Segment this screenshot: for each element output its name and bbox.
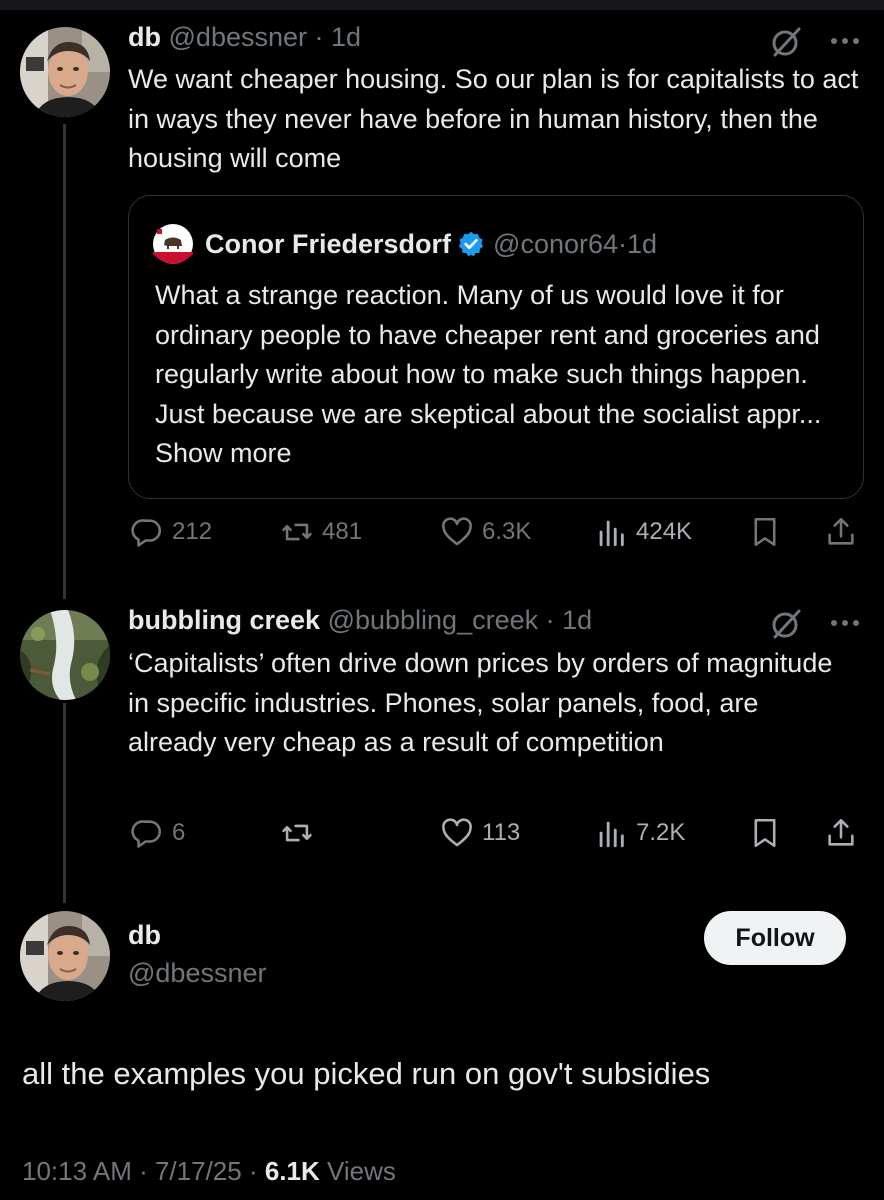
bookmark-icon xyxy=(754,517,776,547)
quote-author-handle[interactable]: @conor64 xyxy=(493,229,618,260)
tweet-text: ‘Capitalists’ often drive down prices by… xyxy=(128,648,833,757)
show-more-link[interactable]: Show more xyxy=(155,438,292,468)
tweet-text: We want cheaper housing. So our plan is … xyxy=(128,64,859,173)
share-icon xyxy=(828,517,854,545)
more-icon[interactable] xyxy=(830,36,860,46)
views-button[interactable]: 7.2K xyxy=(594,816,685,850)
repost-button[interactable] xyxy=(280,816,322,850)
share-button[interactable] xyxy=(824,515,858,549)
separator-dot: · xyxy=(131,1156,155,1186)
tweet-meta: 10:13 AM · 7/17/25 · 6.1K Views xyxy=(22,1156,396,1187)
quote-age[interactable]: 1d xyxy=(627,229,657,260)
grok-icon[interactable] xyxy=(768,606,804,642)
avatar[interactable] xyxy=(20,911,110,1001)
reply-count: 212 xyxy=(172,518,213,545)
like-button[interactable]: 113 xyxy=(440,816,520,850)
california-flag-avatar[interactable] xyxy=(153,224,193,264)
views-icon xyxy=(599,520,624,547)
separator-dot: · xyxy=(618,228,628,259)
main-author-name[interactable]: db xyxy=(128,920,161,951)
repost-icon xyxy=(282,523,312,541)
thread-line xyxy=(63,703,66,903)
author-name[interactable]: bubbling creek xyxy=(128,605,320,635)
repost-button[interactable]: 481 xyxy=(280,515,362,549)
tweet-header: db @dbessner · 1d xyxy=(128,22,361,53)
tweet-age[interactable]: 1d xyxy=(562,605,592,635)
share-button[interactable] xyxy=(824,816,858,850)
reply-count: 6 xyxy=(172,819,186,846)
tweet-actions: 212 481 6.3K 424K xyxy=(128,515,864,555)
tweet-actions: 6 113 7.2K xyxy=(128,816,864,856)
views-count: 7.2K xyxy=(636,819,686,846)
quote-tweet-card[interactable]: Conor Friedersdorf @conor64 · 1d What a … xyxy=(128,195,864,499)
author-name[interactable]: db xyxy=(128,22,161,52)
like-count: 6.3K xyxy=(482,518,532,545)
reply-button[interactable]: 6 xyxy=(130,816,185,850)
repost-icon xyxy=(282,824,312,842)
views-icon xyxy=(599,821,624,848)
share-icon xyxy=(828,818,854,846)
quote-body: What a strange reaction. Many of us woul… xyxy=(155,280,822,429)
tweet-age[interactable]: 1d xyxy=(331,22,361,52)
quote-header: Conor Friedersdorf @conor64 · 1d xyxy=(153,224,657,264)
thread-line xyxy=(63,124,66,599)
reply-button[interactable]: 212 xyxy=(130,515,212,549)
views-label: Views xyxy=(319,1156,396,1186)
like-count: 113 xyxy=(482,819,521,846)
like-button[interactable]: 6.3K xyxy=(440,515,531,549)
more-icon[interactable] xyxy=(830,618,860,628)
top-bar xyxy=(0,0,884,10)
heart-icon xyxy=(442,818,472,847)
follow-button[interactable]: Follow xyxy=(704,911,846,965)
views-button[interactable]: 424K xyxy=(594,515,692,549)
reply-icon xyxy=(131,519,162,547)
separator-dot: · xyxy=(538,605,563,635)
separator-dot: · xyxy=(307,22,331,52)
heart-icon xyxy=(442,517,472,546)
bookmark-icon xyxy=(754,818,776,848)
tweet-date[interactable]: 7/17/25 xyxy=(155,1156,242,1186)
verified-badge-icon xyxy=(458,231,484,257)
bookmark-button[interactable] xyxy=(748,816,782,850)
views-count: 6.1K xyxy=(264,1156,320,1186)
bookmark-button[interactable] xyxy=(748,515,782,549)
separator-dot: · xyxy=(241,1156,265,1186)
quote-author-name[interactable]: Conor Friedersdorf xyxy=(205,229,451,260)
grok-icon[interactable] xyxy=(768,24,804,60)
author-handle[interactable]: @dbessner xyxy=(169,22,307,52)
quote-text: What a strange reaction. Many of us woul… xyxy=(155,276,845,474)
views-count: 424K xyxy=(636,518,693,545)
tweet-time[interactable]: 10:13 AM xyxy=(22,1156,132,1186)
tweet-header: bubbling creek @bubbling_creek · 1d xyxy=(128,605,592,636)
author-handle[interactable]: @bubbling_creek xyxy=(328,605,539,635)
main-tweet-text: all the examples you picked run on gov't… xyxy=(22,1056,711,1091)
repost-count: 481 xyxy=(322,518,363,545)
avatar[interactable] xyxy=(20,610,110,700)
avatar[interactable] xyxy=(20,27,110,117)
main-author-handle[interactable]: @dbessner xyxy=(128,958,266,989)
reply-icon xyxy=(131,820,162,848)
